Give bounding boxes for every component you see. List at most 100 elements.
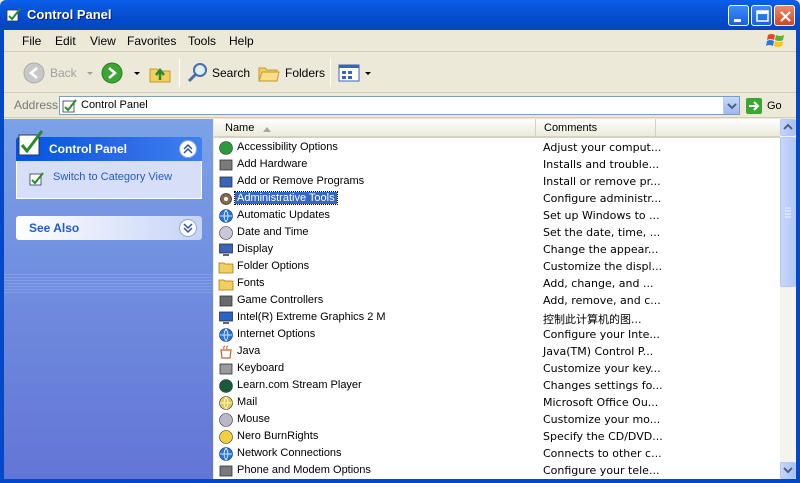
go-arrow-icon bbox=[746, 98, 762, 114]
chevron-up-icon bbox=[183, 143, 193, 154]
chevron-down-icon bbox=[727, 103, 737, 110]
list-item[interactable]: Java Java(TM) Control P... bbox=[214, 344, 780, 361]
item-name: Nero BurnRights bbox=[237, 430, 319, 442]
address-dropdown-button[interactable] bbox=[723, 97, 739, 114]
internet-icon bbox=[219, 328, 233, 342]
expand-button[interactable] bbox=[179, 219, 197, 237]
menu-file[interactable]: File bbox=[22, 34, 41, 48]
item-name: Mouse bbox=[237, 413, 271, 425]
menu-help[interactable]: Help bbox=[229, 34, 254, 48]
list-item[interactable]: Add Hardware Installs and trouble... bbox=[214, 157, 780, 174]
comments-column-header[interactable]: Comments bbox=[536, 119, 656, 138]
stream-player-icon bbox=[219, 379, 233, 393]
hardware-icon bbox=[219, 159, 233, 171]
up-folder-button[interactable] bbox=[148, 60, 172, 86]
menu-tools[interactable]: Tools bbox=[188, 34, 216, 48]
scroll-up-button[interactable] bbox=[780, 119, 796, 136]
list-item[interactable]: Game Controllers Add, remove, and c... bbox=[214, 293, 780, 310]
menu-edit[interactable]: Edit bbox=[55, 34, 76, 48]
fonts-folder-icon bbox=[218, 279, 234, 291]
see-also-title: See Also bbox=[29, 221, 80, 235]
item-comment: Install or remove pr... bbox=[543, 175, 661, 188]
sort-ascending-icon bbox=[263, 127, 271, 132]
views-button[interactable] bbox=[337, 60, 373, 86]
back-arrow-icon bbox=[23, 62, 45, 84]
item-comment: Set up Windows to ... bbox=[543, 209, 660, 222]
toolbar-separator bbox=[179, 59, 180, 87]
address-bar: Address Control Panel Go bbox=[0, 94, 800, 118]
list-item[interactable]: Phone and Modem Options Configure your te… bbox=[214, 463, 780, 479]
vertical-scrollbar[interactable] bbox=[780, 119, 796, 479]
name-column-header[interactable]: Name bbox=[214, 119, 536, 138]
scroll-down-button[interactable] bbox=[780, 462, 796, 479]
control-panel-window: Control Panel File Edit View Favorites T… bbox=[0, 0, 800, 483]
chevron-down-icon bbox=[783, 467, 793, 474]
list-item[interactable]: Date and Time Set the date, time, ... bbox=[214, 225, 780, 242]
admin-tools-icon bbox=[220, 193, 232, 205]
item-name: Keyboard bbox=[237, 362, 285, 374]
list-item[interactable]: Nero BurnRights Specify the CD/DVD... bbox=[214, 429, 780, 446]
chevron-up-icon bbox=[783, 123, 793, 130]
java-icon bbox=[220, 345, 232, 359]
back-button[interactable]: Back bbox=[22, 60, 95, 86]
list-item[interactable]: Add or Remove Programs Install or remove … bbox=[214, 174, 780, 191]
control-panel-task-header[interactable]: Control Panel bbox=[16, 130, 202, 161]
list-item[interactable]: Folder Options Customize the displ... bbox=[214, 259, 780, 276]
updates-icon bbox=[219, 209, 233, 223]
list-item[interactable]: Network Connections Connects to other c..… bbox=[214, 446, 780, 463]
menu-favorites[interactable]: Favorites bbox=[127, 34, 176, 48]
list-item[interactable]: Accessibility Options Adjust your comput.… bbox=[214, 140, 780, 157]
list-item[interactable]: Display Change the appear... bbox=[214, 242, 780, 259]
window-frame-right bbox=[796, 30, 800, 483]
address-input[interactable]: Control Panel bbox=[59, 96, 740, 115]
file-list-pane: Name Comments Accessibility Options Adjus… bbox=[214, 119, 796, 479]
list-item[interactable]: Mouse Customize your mo... bbox=[214, 412, 780, 429]
item-comment: Customize your mo... bbox=[543, 413, 661, 426]
item-name: Date and Time bbox=[237, 226, 309, 238]
item-comment: Customize your key... bbox=[543, 362, 661, 375]
list-item[interactable]: Fonts Add, change, and ... bbox=[214, 276, 780, 293]
name-column-label: Name bbox=[225, 122, 255, 134]
list-item[interactable]: Mail Microsoft Office Ou... bbox=[214, 395, 780, 412]
forward-button[interactable] bbox=[100, 60, 142, 86]
go-button[interactable]: Go bbox=[745, 97, 782, 115]
item-comment: Add, change, and ... bbox=[543, 277, 654, 290]
search-button[interactable]: Search bbox=[186, 60, 250, 86]
list-item[interactable]: Keyboard Customize your key... bbox=[214, 361, 780, 378]
folders-icon bbox=[258, 67, 280, 82]
item-comment: Customize the displ... bbox=[543, 260, 663, 273]
item-comment: Change the appear... bbox=[543, 243, 659, 256]
minimize-button[interactable] bbox=[728, 5, 749, 26]
maximize-button[interactable] bbox=[751, 5, 772, 26]
item-comment: Connects to other c... bbox=[543, 447, 662, 460]
item-comment: Configure administr... bbox=[543, 192, 662, 205]
switch-category-view-link[interactable]: Switch to Category View bbox=[53, 171, 172, 183]
folders-button[interactable]: Folders bbox=[257, 60, 325, 86]
list-item[interactable]: Learn.com Stream Player Changes settings … bbox=[214, 378, 780, 395]
mail-icon bbox=[219, 396, 233, 410]
display-icon bbox=[219, 243, 233, 256]
item-name: Accessibility Options bbox=[237, 141, 338, 153]
item-comment: 控制此计算机的图... bbox=[543, 313, 642, 326]
scroll-thumb[interactable] bbox=[780, 137, 796, 287]
window-frame-bottom bbox=[0, 479, 800, 483]
list-item[interactable]: Automatic Updates Set up Windows to ... bbox=[214, 208, 780, 225]
comments-column-label: Comments bbox=[544, 122, 598, 134]
close-button[interactable] bbox=[774, 5, 795, 26]
task-pane: Control Panel Switch to Category View Se… bbox=[4, 119, 213, 479]
window-title: Control Panel bbox=[27, 7, 112, 22]
list-item[interactable]: Internet Options Configure your Inte... bbox=[214, 327, 780, 344]
item-name: Learn.com Stream Player bbox=[237, 379, 362, 391]
item-name: Add or Remove Programs bbox=[237, 175, 365, 187]
see-also-header[interactable]: See Also bbox=[16, 216, 202, 240]
item-name: Phone and Modem Options bbox=[237, 464, 371, 476]
list-item[interactable]: Intel(R) Extreme Graphics 2 M 控制此计算机的图... bbox=[214, 310, 780, 327]
title-bar[interactable]: Control Panel bbox=[0, 0, 800, 30]
menu-view[interactable]: View bbox=[90, 34, 116, 48]
item-name: Add Hardware bbox=[237, 158, 308, 170]
item-comment: Specify the CD/DVD... bbox=[543, 430, 663, 443]
list-item[interactable]: Administrative Tools Configure administr.… bbox=[214, 191, 780, 208]
item-comment: Set the date, time, ... bbox=[543, 226, 661, 239]
item-comment: Installs and trouble... bbox=[543, 158, 660, 171]
collapse-button[interactable] bbox=[179, 140, 197, 158]
